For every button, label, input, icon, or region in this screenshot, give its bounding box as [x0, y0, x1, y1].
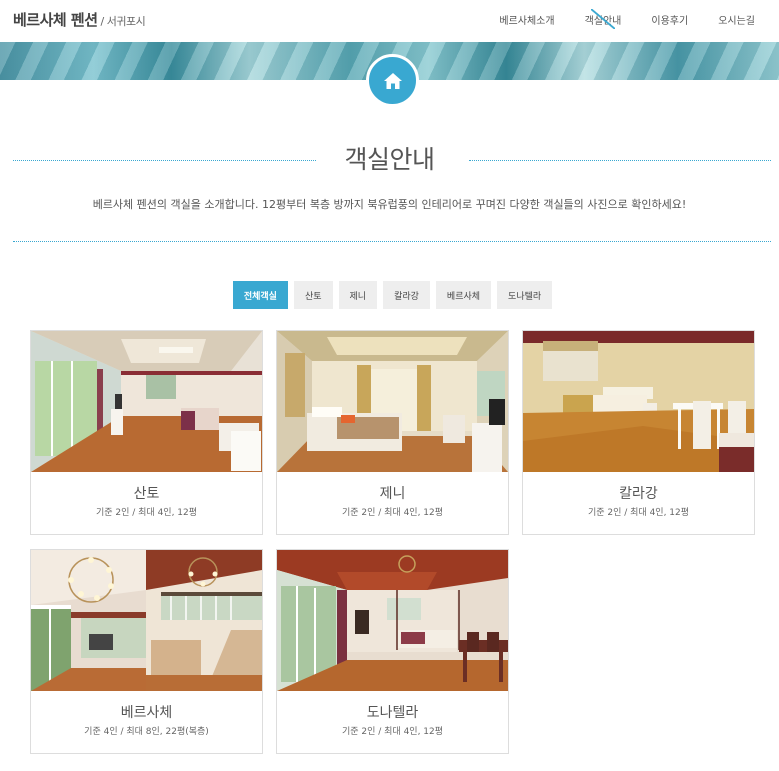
room-photo[interactable] — [523, 331, 754, 472]
filter-santo[interactable]: 산토 — [293, 281, 333, 309]
room-photo[interactable] — [277, 331, 508, 472]
room-capacity: 기준 2인 / 최대 4인, 12평 — [341, 508, 444, 518]
room-name: 제니 — [379, 486, 406, 502]
room-card-kalagang[interactable]: 칼라강 기준 2인 / 최대 4인, 12평 — [522, 330, 755, 535]
room-name: 산토 — [133, 486, 160, 502]
room-card-santo[interactable]: 산토 기준 2인 / 최대 4인, 12평 — [30, 330, 263, 535]
room-photo[interactable] — [277, 550, 508, 691]
brand-location: / 서귀포시 — [97, 15, 146, 28]
room-card-versace[interactable]: 베르사체 기준 4인 / 최대 8인, 22평(복층) — [30, 549, 263, 754]
room-filter: 전체객실 산토 제니 칼라강 베르사체 도나텔라 — [0, 281, 779, 309]
nav-rooms[interactable]: 객실안내 — [585, 9, 621, 29]
nav-about[interactable]: 베르사체소개 — [499, 12, 554, 27]
room-photo-image — [31, 550, 262, 691]
room-card-donatella[interactable]: 도나텔라 기준 2인 / 최대 4인, 12평 — [276, 549, 509, 754]
room-photo-image — [523, 331, 754, 472]
room-capacity: 기준 2인 / 최대 4인, 12평 — [587, 508, 690, 518]
room-name: 도나텔라 — [366, 705, 419, 721]
room-photo-image — [277, 331, 508, 472]
room-name: 칼라강 — [619, 486, 658, 502]
filter-donatella[interactable]: 도나텔라 — [497, 281, 553, 309]
room-photo[interactable] — [31, 331, 262, 472]
brand-name: 베르사체 펜션 — [13, 11, 98, 29]
room-capacity: 기준 2인 / 최대 4인, 12평 — [95, 508, 198, 518]
room-photo[interactable] — [31, 550, 262, 691]
site-logo[interactable]: 베르사체 펜션 / 서귀포시 — [13, 9, 146, 30]
room-capacity: 기준 2인 / 최대 4인, 12평 — [341, 727, 444, 737]
room-photo-image — [31, 331, 262, 472]
room-capacity: 기준 4인 / 최대 8인, 22평(복층) — [84, 727, 209, 737]
room-card-jenny[interactable]: 제니 기준 2인 / 최대 4인, 12평 — [276, 330, 509, 535]
nav-directions[interactable]: 오시는길 — [718, 12, 755, 27]
room-photo-image — [277, 550, 508, 691]
home-button[interactable] — [366, 54, 419, 107]
nav-reviews[interactable]: 이용후기 — [651, 12, 688, 27]
site-header: 베르사체 펜션 / 서귀포시 베르사체소개 객실안내 이용후기 오시는길 — [0, 0, 779, 42]
home-icon — [383, 72, 402, 89]
filter-jenny[interactable]: 제니 — [338, 281, 378, 309]
filter-all-rooms[interactable]: 전체객실 — [232, 281, 288, 309]
page-description: 베르사체 펜션의 객실을 소개합니다. 12평부터 복층 방까지 북유럽풍의 인… — [92, 198, 687, 211]
filter-versace[interactable]: 베르사체 — [435, 281, 492, 309]
room-name: 베르사체 — [120, 705, 173, 721]
main-nav: 베르사체소개 객실안내 이용후기 오시는길 — [469, 9, 755, 29]
description-divider — [13, 241, 771, 242]
filter-kalagang[interactable]: 칼라강 — [383, 281, 430, 309]
page-title: 객실안내 — [344, 145, 435, 174]
